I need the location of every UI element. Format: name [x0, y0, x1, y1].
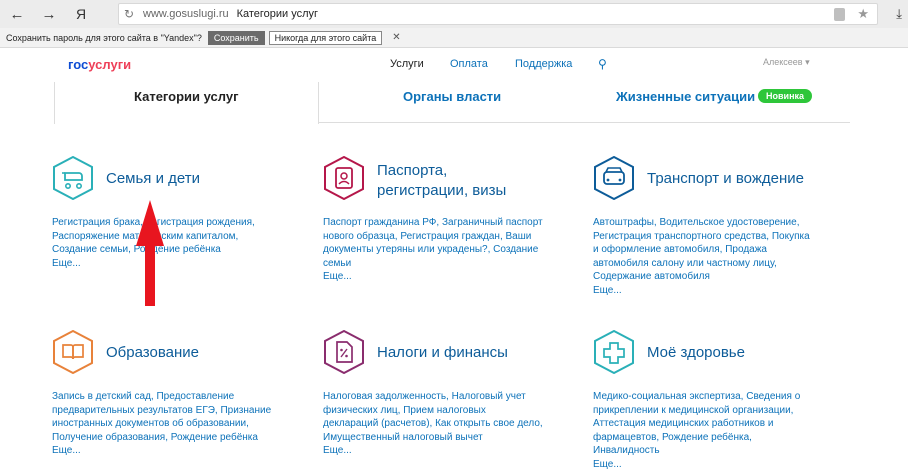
category-links: Паспорт гражданина РФ, Заграничный паспо…: [323, 216, 563, 284]
more-link[interactable]: Еще...: [323, 444, 563, 458]
address-page-title: Категории услуг: [237, 8, 318, 20]
category-link[interactable]: Аттестация медицинских работников и: [593, 417, 833, 431]
category-title[interactable]: Семья и дети: [106, 169, 200, 189]
gosuslugi-logo[interactable]: госуслуги: [68, 57, 131, 72]
password-prompt-text: Сохранить пароль для этого сайта в "Yand…: [6, 33, 202, 43]
category-title[interactable]: Образование: [106, 343, 199, 363]
category-link[interactable]: прикреплении к медицинской организации,: [593, 404, 833, 418]
category-title[interactable]: Моё здоровье: [647, 343, 745, 363]
bookmark-star-icon[interactable]: ★: [857, 6, 869, 22]
site-header: госуслуги Услуги Оплата Поддержка ⚲ Алек…: [0, 48, 908, 82]
more-link[interactable]: Еще...: [323, 270, 563, 284]
category-link[interactable]: Создание семьи, Рождение ребёнка: [52, 243, 292, 257]
tab-categories[interactable]: Категории услуг: [134, 89, 384, 104]
reload-icon[interactable]: ↻: [119, 7, 139, 21]
category-title[interactable]: Паспорта, регистрации, визы: [377, 161, 506, 201]
category-link[interactable]: фармацевтов, Рождение ребёнка,: [593, 431, 833, 445]
yandex-logo[interactable]: Я: [72, 6, 90, 22]
search-icon[interactable]: ⚲: [598, 57, 607, 71]
new-badge: Новинка: [758, 89, 812, 103]
medical-cross-icon: [593, 330, 635, 374]
address-domain: www.gosuslugi.ru: [143, 8, 229, 20]
more-link[interactable]: Еще...: [593, 458, 833, 471]
category-link[interactable]: Паспорт гражданина РФ, Заграничный паспо…: [323, 216, 563, 230]
more-link[interactable]: Еще...: [52, 444, 292, 458]
nav-services[interactable]: Услуги: [390, 58, 424, 70]
category-link[interactable]: физических лиц, Прием налоговых: [323, 404, 563, 418]
category-title-line: регистрации, визы: [377, 181, 506, 201]
category-link[interactable]: Налоговая задолженность, Налоговый учет: [323, 390, 563, 404]
category-title-line: Паспорта,: [377, 161, 506, 181]
tax-document-icon: [323, 330, 365, 374]
tabs-divider: [319, 122, 850, 123]
category-link[interactable]: Имущественный налоговый вычет: [323, 431, 563, 445]
category-link[interactable]: автомобиля салону или частному лицу,: [593, 257, 833, 271]
category-link[interactable]: документы утеряны или украдены?, Создани…: [323, 243, 563, 257]
category-link[interactable]: Содержание автомобиля: [593, 270, 833, 284]
category-link[interactable]: Получение образования, Рождение ребёнка: [52, 431, 292, 445]
more-link[interactable]: Еще...: [593, 284, 833, 298]
category-links: Запись в детский сад, Предоставление пре…: [52, 390, 292, 458]
category-link[interactable]: Регистрация брака, регистрация рождения,: [52, 216, 292, 230]
category-link[interactable]: Распоряжение материнским капиталом,: [52, 230, 292, 244]
forward-arrow-icon[interactable]: →: [36, 0, 62, 28]
back-arrow-icon[interactable]: ←: [4, 0, 30, 28]
category-link[interactable]: Запись в детский сад, Предоставление: [52, 390, 292, 404]
book-icon: [52, 330, 94, 374]
lock-icon[interactable]: [834, 8, 845, 21]
browser-toolbar: ← → Я ↻ www.gosuslugi.ru Категории услуг…: [0, 0, 908, 28]
category-link[interactable]: Регистрация транспортного средства, Поку…: [593, 230, 833, 244]
address-bar[interactable]: ↻ www.gosuslugi.ru Категории услуг ★: [118, 3, 878, 25]
logo-gos-text: гос: [68, 57, 88, 72]
download-icon[interactable]: ⤓: [896, 6, 902, 22]
category-tabs: Категории услуг Органы власти Жизненные …: [54, 82, 850, 124]
nav-payment[interactable]: Оплата: [450, 58, 488, 70]
passport-icon: [323, 156, 365, 200]
close-icon[interactable]: ✕: [392, 32, 400, 43]
category-links: Налоговая задолженность, Налоговый учет …: [323, 390, 563, 458]
category-link[interactable]: предварительных результатов ЕГЭ, Признан…: [52, 404, 292, 418]
category-link[interactable]: деклараций (расчетов), Как открыть свое …: [323, 417, 563, 431]
password-save-bar: Сохранить пароль для этого сайта в "Yand…: [0, 28, 908, 48]
category-link[interactable]: нового образца, Регистрация граждан, Ваш…: [323, 230, 563, 244]
tab-life-situations[interactable]: Жизненные ситуации: [616, 89, 755, 104]
more-link[interactable]: Еще...: [52, 257, 292, 271]
red-arrow-annotation: [136, 200, 164, 306]
category-link[interactable]: иностранных документов об образовании,: [52, 417, 292, 431]
never-save-button[interactable]: Никогда для этого сайта: [269, 31, 383, 45]
nav-support[interactable]: Поддержка: [515, 58, 572, 70]
baby-carriage-icon: [52, 156, 94, 200]
category-title[interactable]: Транспорт и вождение: [647, 169, 804, 189]
tab-authorities[interactable]: Органы власти: [403, 89, 501, 104]
category-link[interactable]: Инвалидность: [593, 444, 833, 458]
category-links: Автоштрафы, Водительское удостоверение, …: [593, 216, 833, 297]
category-links: Регистрация брака, регистрация рождения,…: [52, 216, 292, 270]
user-name: Алексеев: [763, 57, 803, 67]
category-link[interactable]: Автоштрафы, Водительское удостоверение,: [593, 216, 833, 230]
category-link[interactable]: и оформление автомобиля, Продажа: [593, 243, 833, 257]
logo-uslugi-text: услуги: [88, 57, 131, 72]
car-icon: [593, 156, 635, 200]
category-links: Медико-социальная экспертиза, Сведения о…: [593, 390, 833, 471]
user-menu[interactable]: Алексеев ▾: [763, 57, 810, 68]
category-link[interactable]: Медико-социальная экспертиза, Сведения о: [593, 390, 833, 404]
save-password-button[interactable]: Сохранить: [208, 31, 265, 45]
category-title[interactable]: Налоги и финансы: [377, 343, 508, 363]
category-link[interactable]: семьи: [323, 257, 563, 271]
